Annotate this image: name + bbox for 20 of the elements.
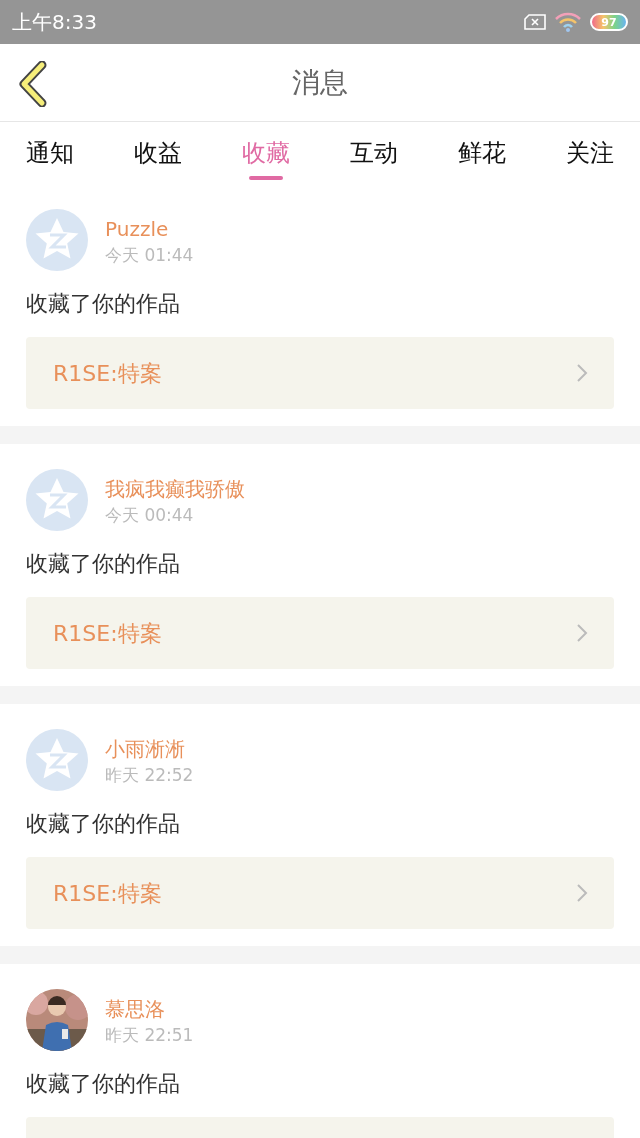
user-name: Puzzle: [105, 216, 170, 243]
message-text: 收藏了你的作品: [26, 1070, 181, 1098]
user-name: 我疯我癫我骄傲: [105, 476, 245, 503]
page-title: 消息: [292, 64, 348, 101]
user-name: 慕思洛: [105, 996, 166, 1023]
battery-level: 97: [601, 16, 617, 28]
tab[interactable]: 互动: [350, 122, 398, 184]
tab[interactable]: 鲜花: [458, 122, 506, 184]
message-time: 昨天 22:51: [105, 1024, 194, 1047]
user-name: 小雨淅淅: [105, 736, 186, 763]
message-text: 收藏了你的作品: [26, 550, 181, 578]
message-time: 今天 00:44: [105, 504, 195, 527]
message-time: 昨天 22:52: [105, 764, 194, 787]
message-time: 今天 01:44: [105, 244, 194, 267]
message-text: 收藏了你的作品: [26, 810, 181, 838]
message-text: 收藏了你的作品: [26, 290, 181, 318]
tab[interactable]: 通知: [26, 122, 74, 184]
tab[interactable]: 关注: [566, 122, 614, 184]
tab[interactable]: 收益: [134, 122, 182, 184]
status-time: 上午8:33: [12, 9, 97, 36]
